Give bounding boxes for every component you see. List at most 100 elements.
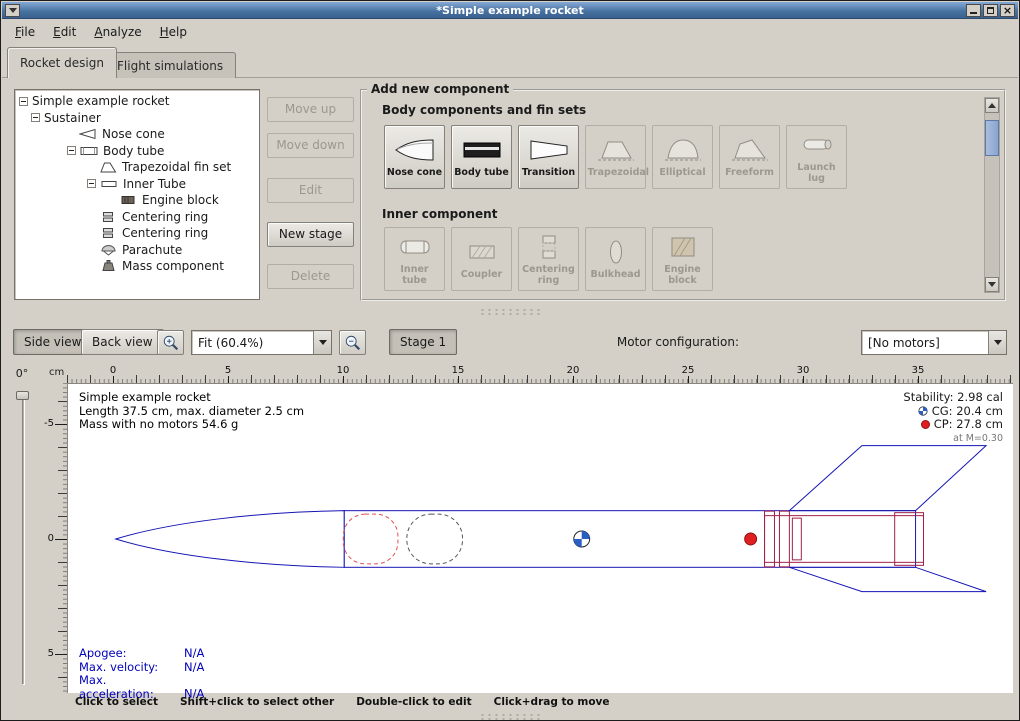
mass-component-icon (99, 260, 118, 272)
component-button-label: Bulkhead (591, 270, 641, 280)
fin-lower-shape[interactable] (789, 567, 986, 591)
tab-rocket-design[interactable]: Rocket design (7, 47, 117, 78)
transition-icon (527, 135, 571, 165)
maximize-button[interactable] (983, 4, 998, 17)
component-tree: Simple example rocket Sustainer Nose con… (14, 89, 260, 300)
elliptical-fin-icon (661, 135, 705, 165)
motor-configuration-label: Motor configuration: (617, 335, 739, 349)
zoom-in-icon (162, 334, 180, 352)
tree-item-fin-set[interactable]: Trapezoidal fin set (15, 159, 259, 176)
tree-item-engine-block[interactable]: Engine block (15, 192, 259, 209)
body-tube-icon (80, 145, 99, 157)
add-body-tube-button[interactable]: Body tube (451, 125, 512, 189)
add-trapezoidal-fin-button: Trapezoidal (585, 125, 646, 189)
ruler-tick-label: 25 (681, 365, 696, 376)
zoom-select[interactable]: Fit (60.4%) (191, 330, 332, 355)
rocket-info: Simple example rocket Length 37.5 cm, ma… (79, 391, 304, 432)
add-coupler-button: Coupler (451, 227, 512, 291)
tree-item-parachute[interactable]: Parachute (15, 242, 259, 259)
zoom-out-button[interactable] (339, 330, 366, 355)
new-stage-button[interactable]: New stage (267, 222, 354, 247)
cp-icon (921, 420, 930, 429)
menubar: File Edit Analyze Help (2, 19, 1018, 44)
slider-handle[interactable] (16, 391, 29, 400)
scrollbar-thumb[interactable] (985, 120, 999, 156)
hint-drag: Click+drag to move (494, 696, 610, 708)
ruler-tick-label: -5 (44, 418, 54, 429)
stage-1-toggle[interactable]: Stage 1 (389, 329, 457, 355)
inner-tube-icon (100, 178, 119, 190)
cg-icon (918, 406, 928, 416)
cp-value: CP: 27.8 cm (934, 418, 1003, 432)
tab-flight-simulations[interactable]: Flight simulations (104, 52, 236, 78)
tree-item-label: Parachute (122, 243, 182, 257)
tree-item-centering-ring-2[interactable]: Centering ring (15, 225, 259, 242)
tree-item-mass-component[interactable]: Mass component (15, 258, 259, 275)
collapse-icon[interactable] (19, 97, 28, 106)
zoom-out-icon (344, 334, 362, 352)
ruler-tick-label: 30 (796, 365, 811, 376)
menu-help[interactable]: Help (151, 21, 196, 43)
trapezoidal-fin-icon (594, 135, 638, 165)
menu-edit[interactable]: Edit (44, 21, 85, 43)
tree-item-centering-ring-1[interactable]: Centering ring (15, 209, 259, 226)
engine-block-icon (119, 194, 138, 206)
move-up-button: Move up (267, 97, 354, 122)
tree-item-nose-cone[interactable]: Nose cone (15, 126, 259, 143)
flight-data: Apogee:N/A Max. velocity:N/A Max. accele… (79, 647, 204, 701)
motor-configuration-select[interactable]: [No motors] (861, 330, 1007, 355)
menu-analyze[interactable]: Analyze (85, 21, 150, 43)
add-nose-cone-button[interactable]: Nose cone (384, 125, 445, 189)
add-launch-lug-button: Launch lug (786, 125, 847, 189)
collapse-icon[interactable] (67, 146, 76, 155)
collapse-icon[interactable] (31, 113, 40, 122)
splitter-handle-bottom[interactable] (479, 713, 541, 720)
cg-marker (574, 531, 590, 547)
chevron-down-icon[interactable] (988, 331, 1006, 354)
scroll-down-button[interactable] (985, 277, 999, 292)
collapse-icon[interactable] (87, 179, 96, 188)
add-centering-ring-button: Centering ring (518, 227, 579, 291)
component-button-label: Engine block (655, 265, 711, 286)
tree-item-label: Centering ring (122, 226, 208, 240)
component-button-label: Transition (522, 168, 575, 178)
tree-item-sustainer[interactable]: Sustainer (15, 110, 259, 127)
ruler-tick-label: 5 (48, 648, 54, 659)
launch-lug-icon (795, 130, 839, 160)
minimize-button[interactable] (966, 4, 981, 17)
tree-item-body-tube[interactable]: Body tube (15, 143, 259, 160)
component-scrollbar[interactable] (984, 97, 1000, 293)
chevron-down-icon[interactable] (313, 331, 331, 354)
tree-item-label: Nose cone (102, 127, 165, 141)
back-view-button[interactable]: Back view (81, 329, 164, 355)
splitter-handle[interactable] (479, 308, 541, 315)
component-button-label: Coupler (461, 270, 502, 280)
scroll-up-button[interactable] (985, 98, 999, 113)
fin-upper-shape[interactable] (789, 446, 986, 511)
apogee-label: Apogee: (79, 647, 184, 661)
body-tube-icon (460, 135, 504, 165)
nose-cone-icon (393, 135, 437, 165)
zoom-in-button[interactable] (157, 330, 184, 355)
menu-file[interactable]: File (6, 21, 44, 43)
add-elliptical-fin-button: Elliptical (652, 125, 713, 189)
tree-item-inner-tube[interactable]: Inner Tube (15, 176, 259, 193)
inner-tube-icon (393, 232, 437, 262)
body-tube-shape[interactable] (344, 511, 915, 568)
component-button-label: Trapezoidal (588, 168, 644, 178)
nose-cone-shape[interactable] (116, 511, 345, 568)
ruler-tick-label: 20 (566, 365, 581, 376)
tree-item-rocket[interactable]: Simple example rocket (15, 93, 259, 110)
hint-select: Click to select (75, 696, 158, 708)
centering-ring-icon (99, 211, 118, 223)
tree-item-label: Simple example rocket (32, 94, 169, 108)
add-transition-button[interactable]: Transition (518, 125, 579, 189)
slider-track (22, 393, 25, 685)
close-icon: × (1001, 5, 1014, 16)
close-button[interactable]: × (1000, 4, 1015, 17)
rotation-slider[interactable] (15, 389, 31, 689)
add-freeform-fin-button: Freeform (719, 125, 780, 189)
ruler-tick-label: 5 (224, 365, 232, 376)
tree-item-label: Trapezoidal fin set (122, 160, 231, 174)
component-button-label: Launch lug (789, 163, 845, 184)
